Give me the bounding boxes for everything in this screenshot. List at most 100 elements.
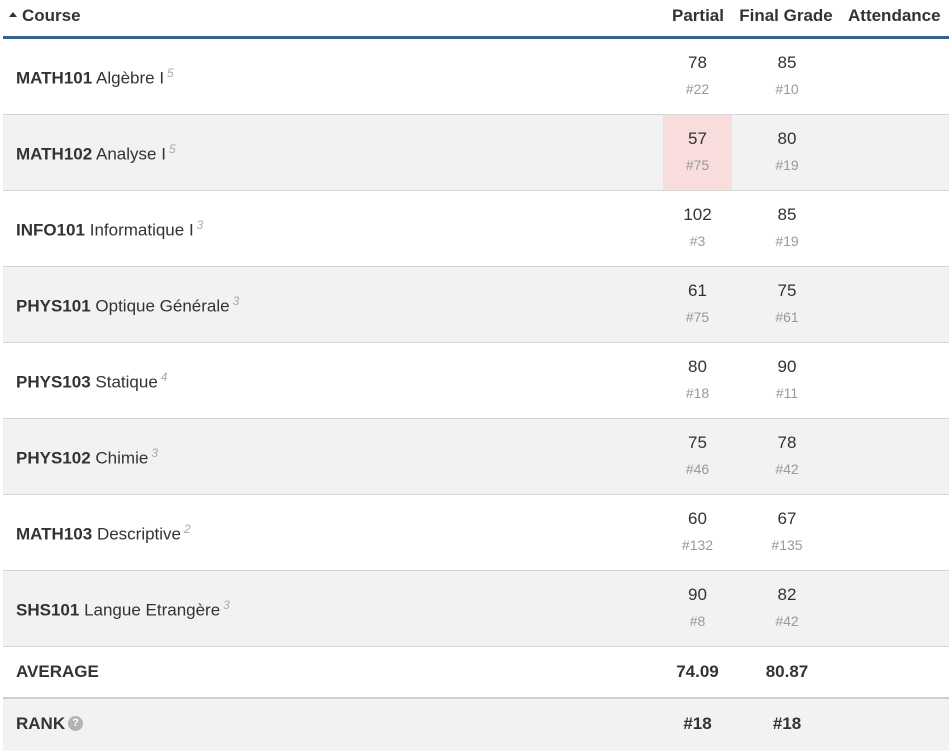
final-grade: 85 [777, 205, 797, 224]
course-name: Informatique I [89, 220, 194, 240]
partial-rank: #8 [689, 613, 706, 629]
partial-rank: #75 [685, 157, 710, 173]
table-row: PHYS102 Chimie 3 75 #46 78 #42 [3, 419, 949, 495]
partial-grade-cell: 57 #75 [663, 115, 732, 190]
average-final: 80.87 [765, 662, 809, 681]
table-row: PHYS103 Statique 4 80 #18 90 #11 [3, 343, 949, 419]
final-grade-cell: 78 #42 [746, 419, 828, 494]
table-row: INFO101 Informatique I 3 102 #3 85 #19 [3, 191, 949, 267]
course-name: Optique Générale [95, 296, 230, 316]
final-grade-cell: 85 #10 [746, 39, 828, 114]
partial-rank: #22 [685, 81, 710, 97]
partial-grade-cell: 102 #3 [663, 191, 732, 266]
course-credits: 3 [232, 294, 240, 308]
final-rank: #19 [775, 233, 799, 249]
final-grade: 82 [777, 585, 797, 604]
rank-final: #18 [772, 714, 802, 733]
course-cell[interactable]: MATH103 Descriptive 2 [16, 522, 191, 545]
course-cell[interactable]: MATH102 Analyse I5 [16, 142, 176, 165]
course-code: PHYS102 [16, 448, 91, 468]
final-rank: #10 [775, 81, 799, 97]
course-cell[interactable]: PHYS101 Optique Générale 3 [16, 294, 239, 317]
course-cell[interactable]: MATH101 Algèbre I5 [16, 66, 174, 89]
partial-grade-cell: 80 #18 [663, 343, 732, 418]
final-rank: #135 [771, 537, 803, 553]
course-credits: 3 [151, 446, 158, 460]
course-name: Analyse I [96, 144, 166, 164]
rank-partial: #18 [683, 714, 712, 733]
partial-grade: 78 [688, 53, 707, 72]
final-grade-cell: 82 #42 [746, 571, 828, 646]
table-header: Course Partial Final Grade Attendance [3, 0, 949, 39]
sort-ascending-icon [9, 12, 17, 18]
course-cell[interactable]: INFO101 Informatique I3 [16, 218, 203, 241]
course-cell[interactable]: PHYS103 Statique 4 [16, 370, 167, 393]
course-code: INFO101 [16, 220, 85, 240]
final-rank: #42 [775, 613, 799, 629]
course-name: Algèbre I [96, 68, 165, 88]
table-row: MATH101 Algèbre I 5 78 #22 85 #10 [3, 39, 949, 115]
table-row: PHYS101 Optique Générale 3 61 #75 75 #61 [3, 267, 949, 343]
partial-column-header[interactable]: Partial [663, 6, 733, 26]
help-question-icon[interactable]: ? [68, 716, 84, 732]
partial-grade: 75 [688, 433, 707, 452]
partial-rank: #132 [681, 537, 714, 553]
course-code: MATH101 [16, 68, 93, 88]
partial-grade: 57 [688, 129, 707, 148]
attendance-column-header[interactable]: Attendance [848, 6, 941, 26]
course-credits: 3 [196, 218, 204, 232]
final-rank: #42 [775, 461, 799, 477]
course-name: Langue Etrangère [84, 600, 221, 620]
course-code: PHYS103 [16, 372, 91, 392]
final-grade-cell: 67 #135 [746, 495, 828, 570]
partial-grade-cell: 75 #46 [663, 419, 732, 494]
final-grade: 90 [777, 357, 797, 376]
partial-grade: 102 [683, 205, 712, 224]
course-credits: 3 [223, 598, 230, 612]
course-name: Descriptive [96, 524, 182, 544]
final-grade: 67 [777, 509, 797, 528]
course-name: Chimie [95, 448, 149, 468]
partial-grade-cell: 60 #132 [663, 495, 732, 570]
rank-label: RANK [16, 714, 66, 733]
course-credits: 5 [168, 142, 176, 156]
partial-grade: 61 [688, 281, 707, 300]
table-row: MATH103 Descriptive 2 60 #132 67 #135 [3, 495, 949, 571]
grades-table: Course Partial Final Grade Attendance MA… [3, 0, 949, 751]
final-grade: 80 [777, 129, 797, 148]
final-grade: 75 [777, 281, 797, 300]
partial-rank: #3 [689, 233, 706, 249]
partial-grade-cell: 90 #8 [663, 571, 732, 646]
final-grade-cell: 85 #19 [746, 191, 828, 266]
partial-grade: 60 [688, 509, 707, 528]
rank-label-cell: RANK? [16, 714, 84, 734]
course-cell[interactable]: SHS101 Langue Etrangère 3 [16, 598, 230, 621]
partial-grade-cell: 61 #75 [663, 267, 732, 342]
partial-grade: 90 [688, 585, 707, 604]
table-row: MATH102 Analyse I 5 57 #75 80 #19 [3, 115, 949, 191]
course-rows: MATH101 Algèbre I 5 78 #22 85 #10 MATH102 Anal… [3, 39, 949, 647]
partial-rank: #18 [685, 385, 710, 401]
course-column-header[interactable]: Course [9, 6, 81, 26]
course-name: Statique [95, 372, 158, 392]
average-partial: 74.09 [676, 662, 719, 681]
course-code: SHS101 [16, 600, 80, 620]
final-rank: #61 [775, 309, 799, 325]
partial-grade: 80 [688, 357, 707, 376]
final-grade-cell: 75 #61 [746, 267, 828, 342]
course-cell[interactable]: PHYS102 Chimie 3 [16, 446, 158, 469]
final-grade-cell: 80 #19 [746, 115, 828, 190]
course-credits: 5 [167, 66, 174, 80]
final-grade-column-header[interactable]: Final Grade [736, 6, 836, 26]
average-label: AVERAGE [16, 662, 99, 681]
final-rank: #19 [775, 157, 799, 173]
final-grade: 78 [777, 433, 797, 452]
partial-rank: #46 [685, 461, 710, 477]
course-code: PHYS101 [16, 296, 91, 316]
average-row: AVERAGE 74.09 80.87 [3, 647, 949, 699]
partial-grade-cell: 78 #22 [663, 39, 732, 114]
final-rank: #11 [775, 385, 799, 401]
course-credits: 2 [184, 522, 191, 536]
final-grade: 85 [777, 53, 797, 72]
table-row: SHS101 Langue Etrangère 3 90 #8 82 #42 [3, 571, 949, 647]
